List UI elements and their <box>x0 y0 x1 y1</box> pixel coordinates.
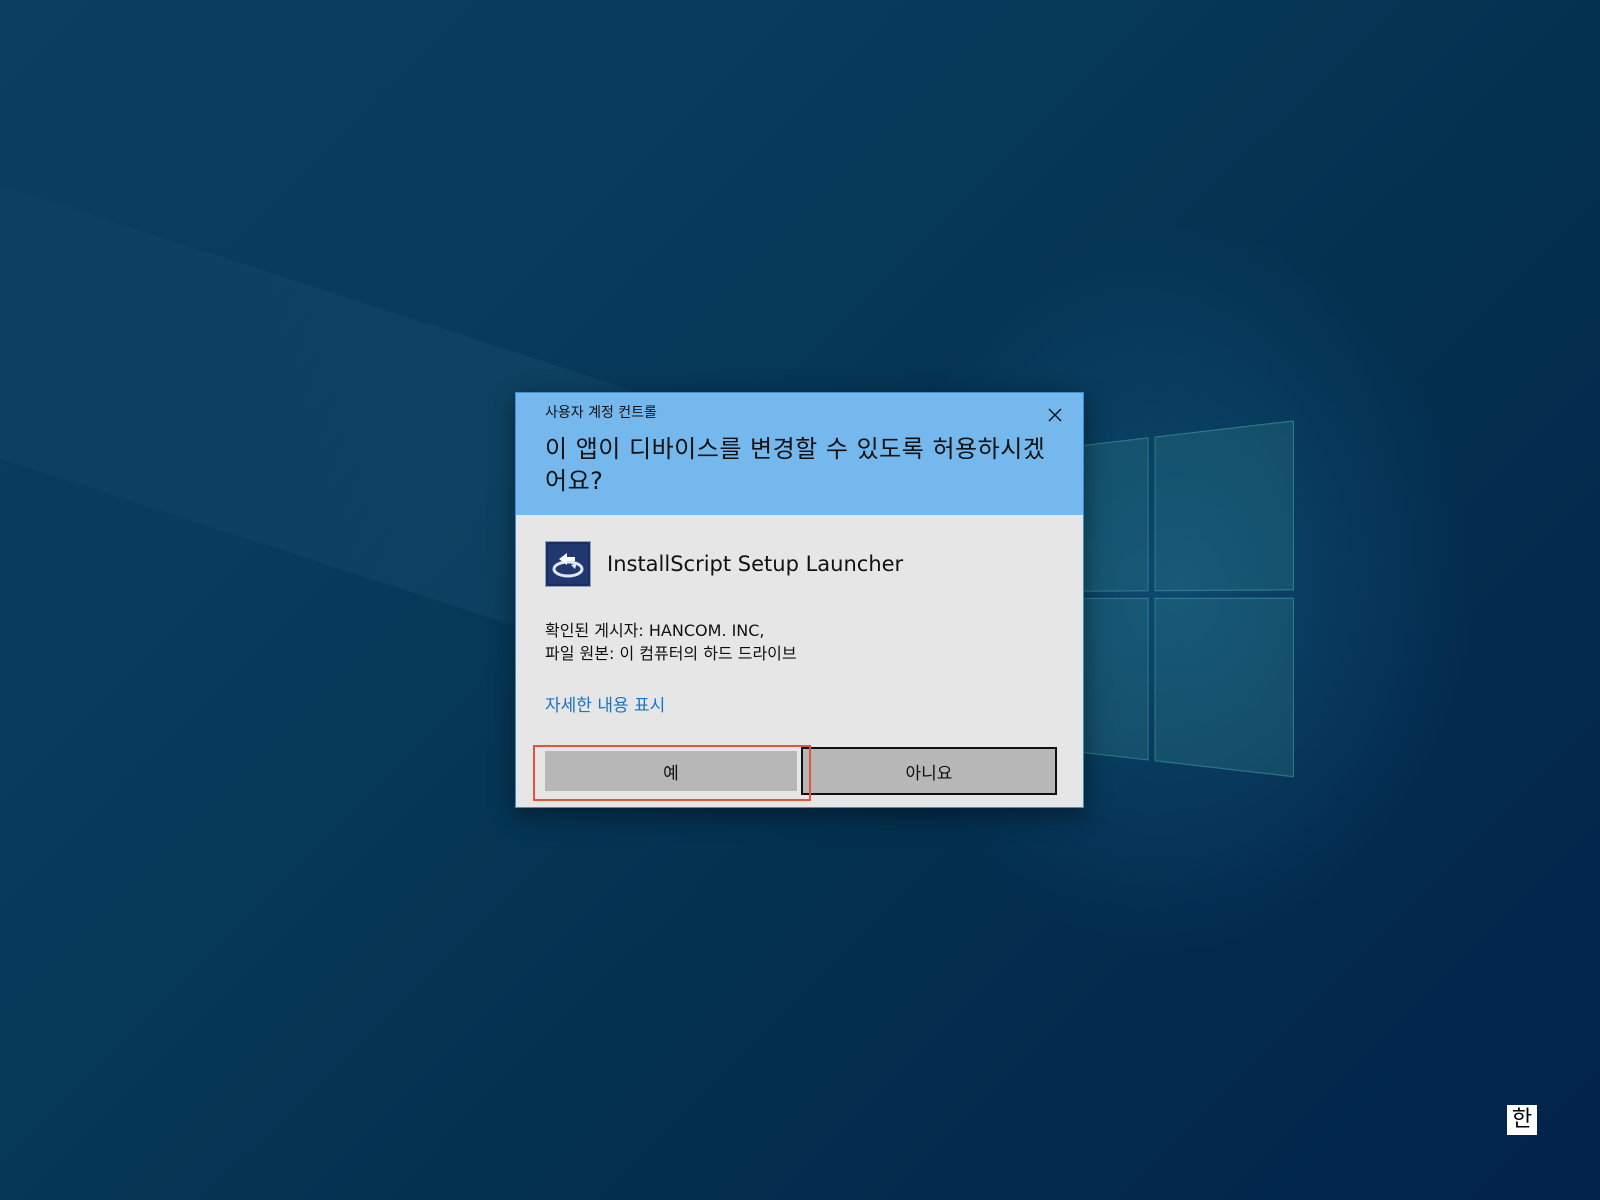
yes-button[interactable]: 예 <box>545 751 797 791</box>
publisher-line: 확인된 게시자: HANCOM. INC, <box>545 621 765 640</box>
dialog-body: InstallScript Setup Launcher 확인된 게시자: HA… <box>516 515 1083 801</box>
dialog-question: 이 앱이 디바이스를 변경할 수 있도록 허용하시겠어요? <box>545 435 1046 495</box>
app-name: InstallScript Setup Launcher <box>607 552 904 576</box>
dialog-header: 사용자 계정 컨트롤 이 앱이 디바이스를 변경할 수 있도록 허용하시겠어요? <box>516 393 1083 515</box>
app-row: InstallScript Setup Launcher <box>545 539 1054 589</box>
origin-line: 파일 원본: 이 컴퓨터의 하드 드라이브 <box>545 644 797 663</box>
ime-indicator[interactable]: 한 <box>1507 1105 1537 1135</box>
desktop-background: 사용자 계정 컨트롤 이 앱이 디바이스를 변경할 수 있도록 허용하시겠어요? <box>0 0 1600 1200</box>
publisher-info: 확인된 게시자: HANCOM. INC, 파일 원본: 이 컴퓨터의 하드 드… <box>545 619 1054 665</box>
show-details-link[interactable]: 자세한 내용 표시 <box>545 691 665 716</box>
button-row: 예 아니요 <box>533 745 1057 801</box>
installshield-icon <box>545 541 591 587</box>
close-icon <box>1048 408 1062 422</box>
no-button[interactable]: 아니요 <box>801 747 1057 795</box>
close-button[interactable] <box>1041 403 1069 427</box>
uac-dialog: 사용자 계정 컨트롤 이 앱이 디바이스를 변경할 수 있도록 허용하시겠어요? <box>515 392 1084 808</box>
dialog-caption: 사용자 계정 컨트롤 <box>545 405 657 421</box>
